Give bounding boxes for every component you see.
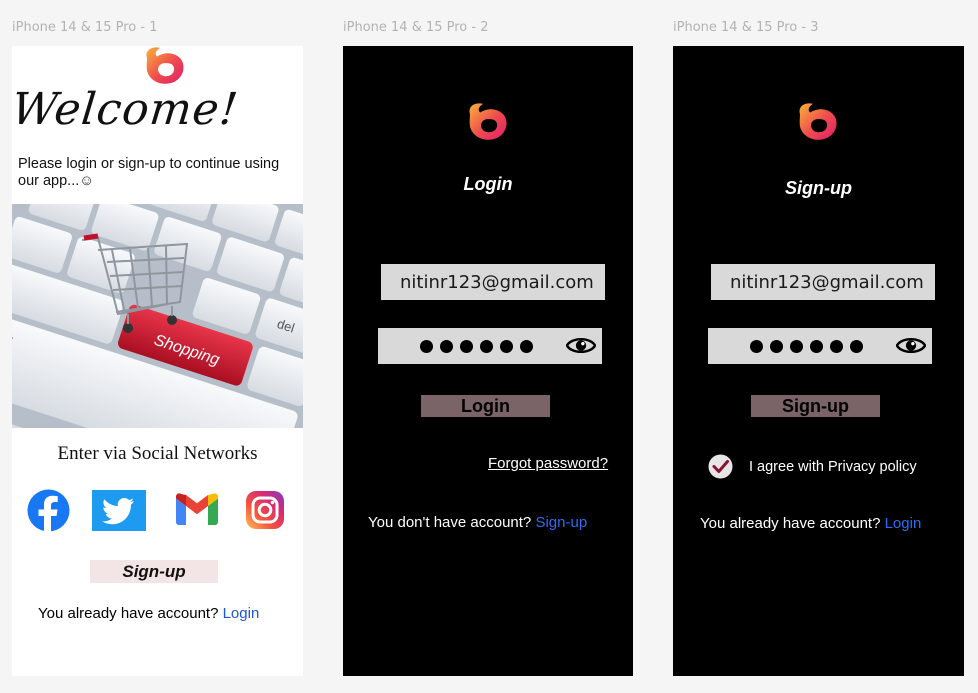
welcome-heading: Welcome! [12,84,242,135]
have-account-text: You already have account? [700,515,881,532]
email-field[interactable]: nitinr123@gmail.com [381,264,605,300]
frame-label-2: iPhone 14 & 15 Pro - 2 [343,20,489,35]
intro-text: Please login or sign-up to continue usin… [18,156,280,189]
privacy-checkbox[interactable] [708,454,733,479]
login-link[interactable]: Login [885,515,922,532]
app-logo-icon [792,102,840,142]
gmail-icon[interactable] [176,493,218,525]
shopping-cart-image: Shopping hift del [12,204,303,428]
login-link[interactable]: Login [223,605,260,622]
app-logo-icon [462,102,510,142]
login-button[interactable]: Login [421,395,550,417]
password-field[interactable] [378,328,602,364]
app-logo-icon [139,46,187,86]
instagram-icon[interactable] [245,490,285,530]
signup-button[interactable]: Sign-up [751,395,880,417]
frame-label-3: iPhone 14 & 15 Pro - 3 [673,20,819,35]
email-field[interactable]: nitinr123@gmail.com [711,264,935,300]
password-field[interactable] [708,328,932,364]
login-title: Login [463,174,513,194]
welcome-screen: Welcome! Please login or sign-up to cont… [12,46,303,676]
login-screen: Login nitinr123@gmail.com Login Forgot p… [343,46,633,676]
social-networks-title: Enter via Social Networks [57,443,258,464]
show-password-eye-icon[interactable] [566,334,596,357]
signup-title: Sign-up [785,178,852,198]
password-mask [420,340,533,353]
signup-link[interactable]: Sign-up [535,514,587,531]
signup-screen: Sign-up nitinr123@gmail.com Sign-up I ag… [673,46,964,676]
no-account-text: You don't have account? [368,514,532,531]
signup-button[interactable]: Sign-up [90,560,218,583]
have-account-row: You already have account? Login [38,605,259,622]
facebook-icon[interactable] [27,489,70,532]
show-password-eye-icon[interactable] [896,334,926,357]
password-mask [750,340,863,353]
twitter-icon[interactable] [92,490,146,531]
frame-label-1: iPhone 14 & 15 Pro - 1 [12,20,158,35]
privacy-policy-label: I agree with Privacy policy [749,459,917,475]
have-account-row: You already have account? Login [700,515,921,532]
forgot-password-link[interactable]: Forgot password? [488,455,608,472]
have-account-text: You already have account? [38,605,219,622]
no-account-row: You don't have account? Sign-up [368,514,587,531]
